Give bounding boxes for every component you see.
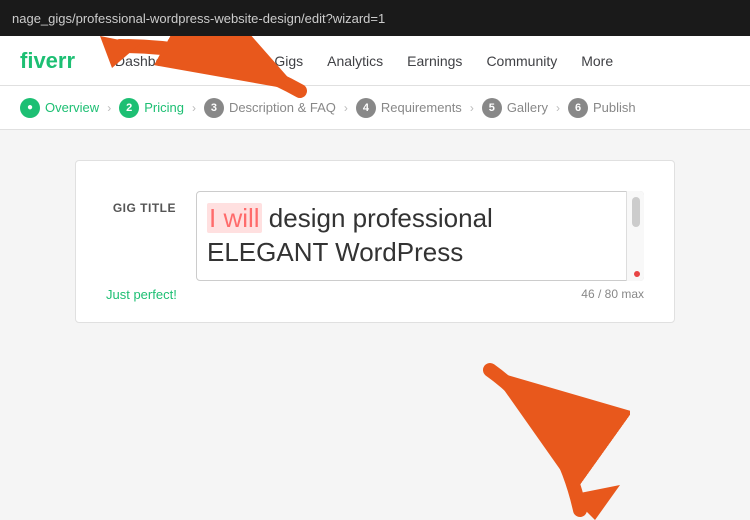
scrollbar-thumb <box>632 197 640 227</box>
wizard-step-publish[interactable]: 6 Publish <box>568 98 636 118</box>
feedback-text: Just perfect! <box>106 287 177 302</box>
main-content: GIG TITLE I will design professionalELEG… <box>0 130 750 430</box>
scrollbar[interactable] <box>626 191 644 281</box>
wizard-chevron-4: › <box>470 101 474 115</box>
form-footer: Just perfect! 46 / 80 max <box>106 287 644 302</box>
nav-more[interactable]: More <box>581 53 613 69</box>
step-6-circle: 6 <box>568 98 588 118</box>
wizard-bar: ● Overview › 2 Pricing › 3 Description &… <box>0 86 750 130</box>
fiverr-logo[interactable]: fiverr <box>20 48 75 74</box>
overview-icon: ● <box>20 98 40 118</box>
gig-title-row: GIG TITLE I will design professionalELEG… <box>106 191 644 281</box>
address-bar: nage_gigs/professional-wordpress-website… <box>0 0 750 36</box>
nav-community[interactable]: Community <box>486 53 557 69</box>
wizard-chevron-3: › <box>344 101 348 115</box>
step-gallery-label: Gallery <box>507 100 548 115</box>
step-publish-label: Publish <box>593 100 636 115</box>
url-text: nage_gigs/professional-wordpress-website… <box>12 11 385 26</box>
step-4-circle: 4 <box>356 98 376 118</box>
step-3-circle: 3 <box>204 98 224 118</box>
wizard-step-pricing[interactable]: 2 Pricing <box>119 98 184 118</box>
wizard-step-description[interactable]: 3 Description & FAQ <box>204 98 336 118</box>
step-requirements-label: Requirements <box>381 100 462 115</box>
gig-title-label: GIG TITLE <box>106 191 176 215</box>
char-count: 46 / 80 max <box>581 287 644 301</box>
step-5-circle: 5 <box>482 98 502 118</box>
step-2-circle: 2 <box>119 98 139 118</box>
gig-title-input-area: I will design professionalELEGANT WordPr… <box>196 191 644 281</box>
nav-gigs[interactable]: Gigs <box>274 53 303 69</box>
wizard-chevron-1: › <box>107 101 111 115</box>
wizard-chevron-2: › <box>192 101 196 115</box>
wizard-chevron-5: › <box>556 101 560 115</box>
step-description-label: Description & FAQ <box>229 100 336 115</box>
gig-title-textarea[interactable]: I will design professionalELEGANT WordPr… <box>196 191 644 281</box>
wizard-step-requirements[interactable]: 4 Requirements <box>356 98 462 118</box>
scroll-dot <box>634 271 640 277</box>
nav-earnings[interactable]: Earnings <box>407 53 462 69</box>
step-overview-label: Overview <box>45 100 99 115</box>
form-section: GIG TITLE I will design professionalELEG… <box>75 160 675 323</box>
navbar: fiverr Dashboard Orders Gigs Analytics E… <box>0 36 750 86</box>
step-pricing-label: Pricing <box>144 100 184 115</box>
nav-orders[interactable]: Orders <box>208 53 251 69</box>
wizard-step-gallery[interactable]: 5 Gallery <box>482 98 548 118</box>
nav-dashboard[interactable]: Dashboard <box>115 53 184 69</box>
nav-analytics[interactable]: Analytics <box>327 53 383 69</box>
gig-title-highlight: I will <box>207 203 262 233</box>
wizard-step-overview[interactable]: ● Overview <box>20 98 99 118</box>
